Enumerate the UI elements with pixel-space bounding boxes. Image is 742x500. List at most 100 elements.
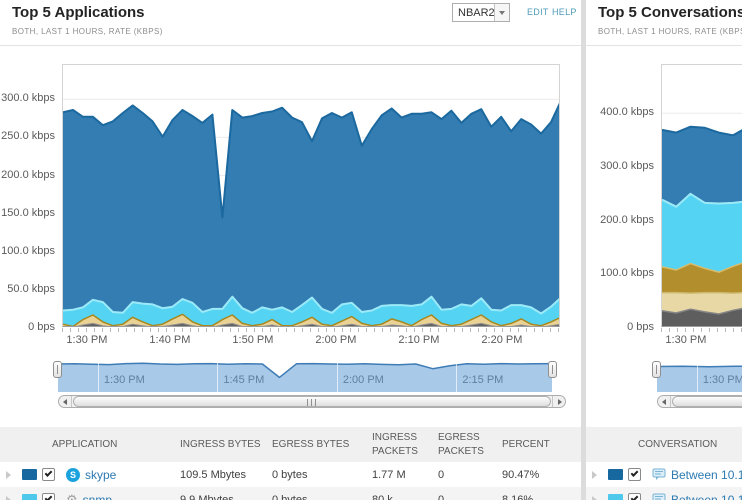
row-checkbox[interactable] xyxy=(42,493,55,500)
series-color-swatch xyxy=(608,494,623,500)
conversations-area-chart xyxy=(661,64,742,327)
y-axis-label: 400.0 kbps xyxy=(586,106,654,120)
conversation-link[interactable]: Between 10.19 xyxy=(671,493,742,500)
x-axis-label: 1:30 PM xyxy=(660,334,712,346)
table-header: CONVERSATION xyxy=(586,427,742,462)
x-axis: 1:30 PM 1:40 PM 1:50 PM 2:00 PM 2:10 PM 2:20 … xyxy=(62,334,560,349)
row-checkbox[interactable] xyxy=(628,468,641,481)
skype-icon: S xyxy=(66,468,80,482)
conversation-link[interactable]: Between 10.19 xyxy=(671,468,742,482)
page-title: Top 5 Applications xyxy=(12,4,145,21)
y-axis: 300.0 kbps 250.0 kbps 200.0 kbps 150.0 kbps… xyxy=(0,64,55,327)
scroll-left-button[interactable] xyxy=(59,396,72,407)
ingress-packets-value: 1.77 M xyxy=(372,469,438,481)
column-header-application: APPLICATION xyxy=(0,438,180,452)
expand-row-icon[interactable] xyxy=(592,496,597,500)
column-header-ingress-bytes: INGRESS BYTES xyxy=(180,438,272,452)
checkmark-icon xyxy=(45,469,53,477)
table-row: Between 10.19 xyxy=(586,487,742,500)
brush-time-label: 1:45 PM xyxy=(223,374,264,386)
application-link[interactable]: skype xyxy=(85,468,116,482)
x-axis-label: 2:10 PM xyxy=(393,334,445,346)
egress-packets-value: 0 xyxy=(438,494,502,500)
nbar2-select[interactable]: NBAR2 xyxy=(452,3,510,22)
gear-icon: ⚙ xyxy=(66,493,78,500)
chevron-down-icon xyxy=(499,11,505,15)
scrollbar-thumb[interactable] xyxy=(672,396,742,407)
conversations-panel-header: Top 5 Conversations BOTH, LAST 1 HOURS, … xyxy=(586,0,742,46)
conversation-icon xyxy=(652,493,666,500)
egress-bytes-value: 0 bytes xyxy=(272,494,372,500)
y-axis-label: 200.0 kbps xyxy=(0,169,55,183)
checkmark-icon xyxy=(631,469,639,477)
x-axis-label: 2:20 PM xyxy=(476,334,528,346)
series-color-swatch xyxy=(22,469,37,480)
brush-left-handle[interactable] xyxy=(652,361,661,378)
scroll-right-icon xyxy=(558,399,562,405)
y-axis-label: 0 bps xyxy=(586,321,654,335)
select-value: NBAR2 xyxy=(458,7,495,19)
x-axis-label: 2:00 PM xyxy=(310,334,362,346)
applications-table: APPLICATION INGRESS BYTES EGRESS BYTES I… xyxy=(0,427,581,500)
checkmark-icon xyxy=(631,494,639,500)
column-header-ingress-packets: INGRESS PACKETS xyxy=(372,431,438,458)
percent-value: 90.47% xyxy=(502,469,562,481)
table-row: S skype 109.5 Mbytes 0 bytes 1.77 M 0 90… xyxy=(0,462,581,487)
scrollbar-thumb[interactable] xyxy=(73,396,551,407)
y-axis-label: 100.0 kbps xyxy=(586,267,654,281)
expand-row-icon[interactable] xyxy=(592,471,597,479)
expand-row-icon[interactable] xyxy=(6,471,11,479)
series-color-swatch xyxy=(22,494,37,500)
y-axis-label: 300.0 kbps xyxy=(0,92,55,106)
brush-gridline xyxy=(98,358,99,392)
netflow-dashboard: Top 5 Applications BOTH, LAST 1 HOURS, R… xyxy=(0,0,742,500)
time-range-brush[interactable]: 1:30 PM xyxy=(657,358,742,392)
expand-row-icon[interactable] xyxy=(6,496,11,500)
y-axis: 400.0 kbps300.0 kbps200.0 kbps100.0 kbps… xyxy=(586,64,654,327)
ingress-bytes-value: 109.5 Mbytes xyxy=(180,469,272,481)
column-header-percent: PERCENT xyxy=(502,438,562,452)
brush-right-handle[interactable] xyxy=(548,361,557,378)
brush-gridline xyxy=(217,358,218,392)
applications-area-chart xyxy=(62,64,560,327)
checkmark-icon xyxy=(45,494,53,500)
table-row: ⚙ snmp 9.9 Mbytes 0 bytes 80 k 0 8.16% xyxy=(0,487,581,500)
x-axis-label: 1:50 PM xyxy=(227,334,279,346)
conversation-icon xyxy=(652,468,666,481)
column-header-egress-packets: EGRESS PACKETS xyxy=(438,431,502,458)
brush-time-label: 2:00 PM xyxy=(343,374,384,386)
egress-packets-value: 0 xyxy=(438,469,502,481)
select-button[interactable] xyxy=(494,4,509,21)
brush-gridline xyxy=(697,358,698,392)
y-axis-label: 50.0 kbps xyxy=(0,283,55,297)
application-link[interactable]: snmp xyxy=(83,493,112,500)
handle-slot-icon xyxy=(656,365,657,374)
page-title: Top 5 Conversations xyxy=(598,4,742,21)
row-checkbox[interactable] xyxy=(628,493,641,500)
help-link[interactable]: HELP xyxy=(552,7,577,17)
horizontal-scrollbar[interactable] xyxy=(58,395,566,408)
y-axis-label: 300.0 kbps xyxy=(586,160,654,174)
ingress-bytes-value: 9.9 Mbytes xyxy=(180,494,272,500)
edit-link[interactable]: EDIT xyxy=(527,7,549,17)
top5-applications-panel: Top 5 Applications BOTH, LAST 1 HOURS, R… xyxy=(0,0,581,500)
horizontal-scrollbar[interactable] xyxy=(657,395,742,408)
scroll-right-button[interactable] xyxy=(552,396,565,407)
y-axis-label: 0 bps xyxy=(0,321,55,335)
time-range-brush[interactable]: 1:30 PM 1:45 PM 2:00 PM 2:15 PM xyxy=(58,358,552,392)
brush-gridline xyxy=(337,358,338,392)
brush-time-label: 1:30 PM xyxy=(104,374,145,386)
x-axis-label: 1:30 PM xyxy=(61,334,113,346)
panel-subtitle: BOTH, LAST 1 HOURS, RATE (KBPS) xyxy=(598,27,742,36)
y-axis-label: 250.0 kbps xyxy=(0,130,55,144)
x-axis-label: 1:40 PM xyxy=(144,334,196,346)
brush-left-handle[interactable] xyxy=(53,361,62,378)
brush-time-label: 2:15 PM xyxy=(462,374,503,386)
scrollbar-grip-icon xyxy=(307,399,317,406)
scroll-left-button[interactable] xyxy=(658,396,671,407)
egress-bytes-value: 0 bytes xyxy=(272,469,372,481)
y-axis-label: 150.0 kbps xyxy=(0,207,55,221)
handle-slot-icon xyxy=(57,365,58,374)
column-header-conversation: CONVERSATION xyxy=(586,438,742,452)
row-checkbox[interactable] xyxy=(42,468,55,481)
